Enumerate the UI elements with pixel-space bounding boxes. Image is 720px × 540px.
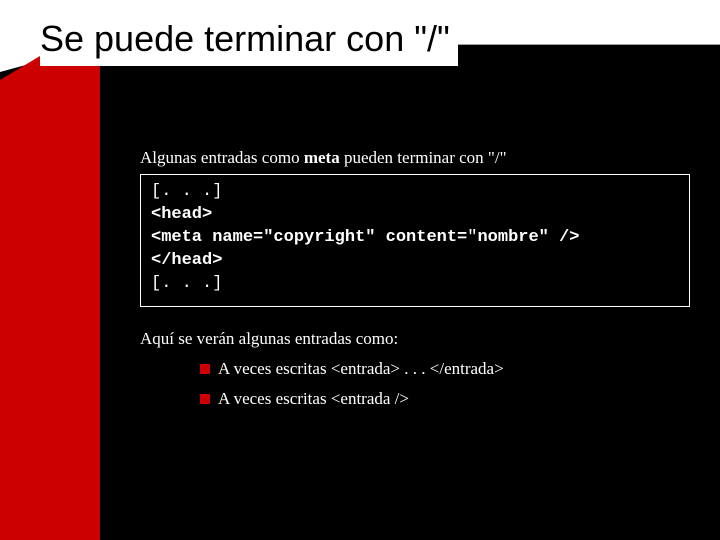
code-line-5: [. . .]: [151, 273, 679, 296]
intro-text: Algunas entradas como meta pueden termin…: [140, 148, 700, 168]
code-line-4: </head>: [151, 250, 679, 273]
slide-title: Se puede terminar con "/": [40, 18, 458, 66]
bullet-icon: [200, 364, 210, 374]
bullet-item: A veces escritas <entrada> . . . </entra…: [200, 359, 700, 379]
bullet-item: A veces escritas <entrada />: [200, 389, 700, 409]
code-line-2: <head>: [151, 204, 679, 227]
slide-content: Algunas entradas como meta pueden termin…: [140, 148, 700, 419]
bullet-text: A veces escritas <entrada />: [218, 389, 409, 409]
intro-pre: Algunas entradas como: [140, 148, 304, 167]
bullet-text: A veces escritas <entrada> . . . </entra…: [218, 359, 504, 379]
code-line-3: <meta name="copyright" content="nombre" …: [151, 227, 679, 250]
red-accent-shape: [0, 80, 100, 540]
code-example-box: [. . .] <head> <meta name="copyright" co…: [140, 174, 690, 307]
subheading: Aquí se verán algunas entradas como:: [140, 329, 700, 349]
bullet-icon: [200, 394, 210, 404]
code-line-1: [. . .]: [151, 181, 679, 204]
intro-bold: meta: [304, 148, 340, 167]
intro-post: pueden terminar con "/": [340, 148, 507, 167]
